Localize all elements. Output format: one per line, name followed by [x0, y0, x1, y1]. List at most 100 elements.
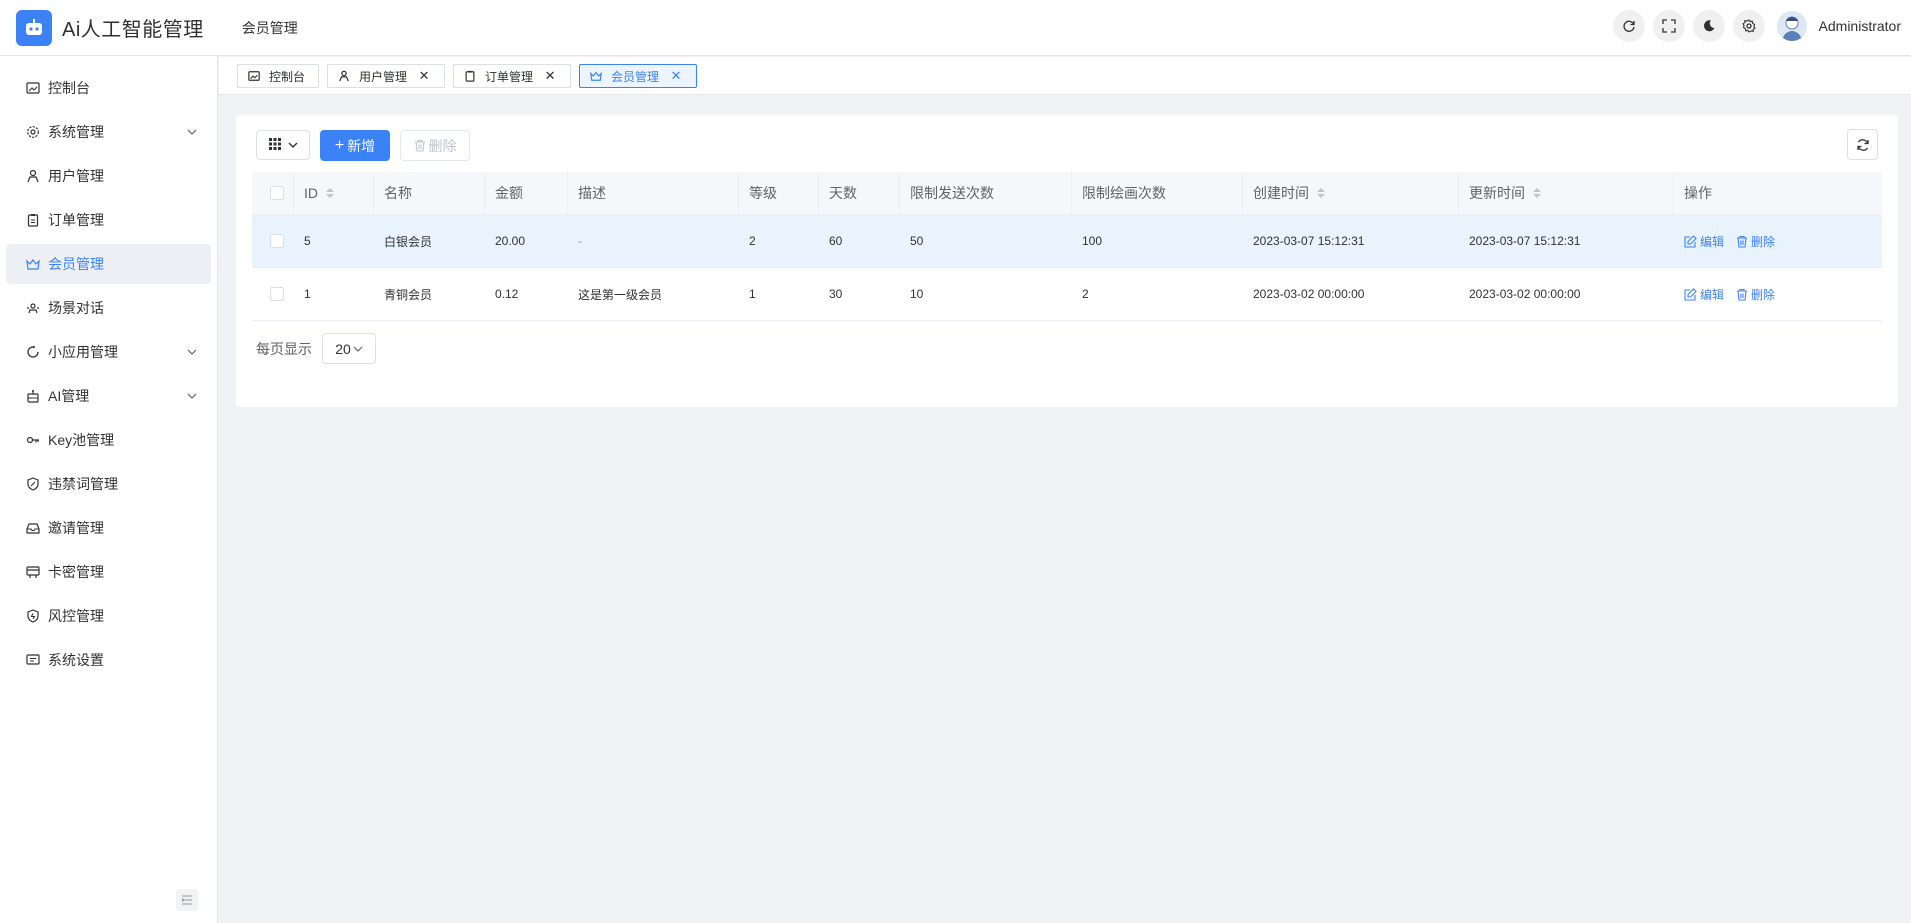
delete-row-button[interactable]: 删除	[1736, 233, 1775, 250]
refresh-icon[interactable]	[1612, 10, 1645, 42]
sidebar-item-mini-apps[interactable]: 小应用管理	[6, 332, 211, 372]
tab-members[interactable]: 会员管理 ✕	[579, 64, 697, 88]
user-icon	[24, 167, 42, 185]
column-settings-button[interactable]	[256, 130, 310, 160]
sidebar-item-risk-control[interactable]: 风控管理	[6, 596, 211, 636]
user-icon	[338, 70, 350, 82]
sidebar-item-ai[interactable]: AI管理	[6, 376, 211, 416]
cell-actions: 编辑 删除	[1674, 215, 1882, 267]
gear-icon	[24, 123, 42, 141]
delete-button-label: 删除	[428, 137, 457, 154]
refresh-table-button[interactable]	[1847, 129, 1878, 160]
close-icon[interactable]: ✕	[419, 68, 430, 84]
sidebar-item-dashboard[interactable]: 控制台	[6, 68, 211, 108]
avatar[interactable]	[1776, 11, 1807, 41]
column-header-created[interactable]: 创建时间	[1243, 172, 1459, 214]
cell-name: 青铜会员	[384, 287, 433, 302]
sidebar-item-banned-words[interactable]: 违禁词管理	[6, 464, 211, 504]
trash-icon	[1737, 288, 1748, 301]
sidebar-item-cards[interactable]: 卡密管理	[6, 552, 211, 592]
sidebar-item-label: 系统管理	[48, 124, 104, 140]
username[interactable]: Administrator	[1819, 18, 1901, 34]
column-label: 等级	[749, 185, 777, 201]
sidebar-item-orders[interactable]: 订单管理	[6, 200, 211, 240]
collapse-sidebar-icon[interactable]	[176, 889, 198, 911]
sidebar-item-label: AI管理	[48, 388, 90, 404]
edit-button[interactable]: 编辑	[1684, 286, 1724, 303]
chevron-down-icon	[353, 344, 363, 354]
sidebar-item-label: 控制台	[48, 80, 90, 96]
cell-updated: 2023-03-02 00:00:00	[1469, 287, 1581, 301]
header-actions: Administrator	[1612, 10, 1901, 42]
tab-label: 订单管理	[485, 69, 534, 84]
sidebar-item-key-pool[interactable]: Key池管理	[6, 420, 211, 460]
dark-mode-icon[interactable]	[1692, 10, 1725, 42]
delete-button[interactable]: 删除	[400, 130, 470, 161]
close-icon[interactable]: ✕	[545, 68, 556, 84]
shield-icon	[24, 475, 42, 493]
sort-icon[interactable]	[1533, 188, 1541, 198]
tab-users[interactable]: 用户管理 ✕	[327, 64, 445, 88]
select-all-checkbox[interactable]	[252, 172, 294, 214]
add-button-label: 新增	[347, 137, 376, 154]
edit-icon	[1684, 234, 1697, 248]
dashboard-icon	[24, 79, 42, 97]
top-header: Ai人工智能管理 会员管理 Administrator	[0, 0, 1911, 56]
tab-dashboard[interactable]: 控制台	[237, 64, 319, 88]
sidebar-item-label: Key池管理	[48, 432, 115, 448]
refresh-circle-icon	[24, 343, 42, 361]
sort-icon[interactable]	[1317, 188, 1325, 198]
close-icon[interactable]: ✕	[671, 68, 682, 84]
fullscreen-icon[interactable]	[1652, 10, 1685, 42]
table-row[interactable]: 5 白银会员 20.00 - 2 60 50 100 2023-03-07 15…	[252, 215, 1882, 268]
settings-icon[interactable]	[1732, 10, 1765, 42]
column-header-description: 描述	[568, 172, 739, 214]
refresh-icon	[1856, 138, 1870, 152]
sort-icon[interactable]	[326, 188, 334, 198]
sidebar-item-settings[interactable]: 系统设置	[6, 640, 211, 680]
cell-id: 5	[304, 234, 311, 248]
add-button[interactable]: + 新增	[320, 130, 390, 161]
cell-days: 60	[829, 234, 843, 248]
edit-button[interactable]: 编辑	[1684, 233, 1724, 250]
column-header-days: 天数	[819, 172, 900, 214]
cell-created: 2023-03-07 15:12:31	[1253, 234, 1365, 248]
row-checkbox[interactable]	[252, 268, 294, 320]
cell-created: 2023-03-02 00:00:00	[1253, 287, 1365, 301]
sidebar-item-scenes[interactable]: 场景对话	[6, 288, 211, 328]
column-header-draw-limit: 限制绘画次数	[1072, 172, 1243, 214]
page-size-select[interactable]: 20	[322, 333, 376, 364]
member-table: ID 名称 金额 描述 等级 天数 限制发送次数 限制绘画次数 创建时间 更新时…	[252, 172, 1882, 321]
cell-updated: 2023-03-07 15:12:31	[1469, 234, 1581, 248]
column-label: 金额	[495, 185, 523, 201]
inbox-icon	[24, 519, 42, 537]
column-header-send-limit: 限制发送次数	[900, 172, 1072, 214]
tab-orders[interactable]: 订单管理 ✕	[453, 64, 571, 88]
column-header-actions: 操作	[1674, 172, 1882, 214]
sidebar-item-label: 订单管理	[48, 212, 104, 228]
sidebar-item-label: 风控管理	[48, 608, 104, 624]
row-checkbox[interactable]	[252, 215, 294, 267]
delete-label: 删除	[1751, 234, 1776, 249]
tab-label: 控制台	[269, 69, 306, 84]
app-title: Ai人工智能管理	[62, 19, 204, 41]
scene-icon	[24, 299, 42, 317]
sidebar-item-users[interactable]: 用户管理	[6, 156, 211, 196]
trash-icon	[1737, 235, 1748, 248]
column-label: 限制绘画次数	[1082, 185, 1166, 201]
cell-level: 2	[749, 234, 756, 248]
sidebar-item-invites[interactable]: 邀请管理	[6, 508, 211, 548]
cell-draw-limit: 2	[1082, 287, 1089, 301]
breadcrumb[interactable]: 会员管理	[242, 18, 298, 38]
edit-icon	[1684, 287, 1697, 301]
delete-row-button[interactable]: 删除	[1736, 286, 1775, 303]
table-row[interactable]: 1 青铜会员 0.12 这是第一级会员 1 30 10 2 2023-03-02…	[252, 268, 1882, 321]
sidebar-item-members[interactable]: 会员管理	[6, 244, 211, 284]
cell-level: 1	[749, 287, 756, 301]
delete-label: 删除	[1751, 287, 1776, 302]
sidebar: 控制台 系统管理 用户管理 订单管理 会员管理 场景对话 小应用管理 AI管理 …	[0, 56, 218, 923]
sidebar-item-system[interactable]: 系统管理	[6, 112, 211, 152]
column-header-id[interactable]: ID	[294, 172, 374, 214]
shield-lock-icon	[24, 607, 42, 625]
column-header-updated[interactable]: 更新时间	[1459, 172, 1674, 214]
